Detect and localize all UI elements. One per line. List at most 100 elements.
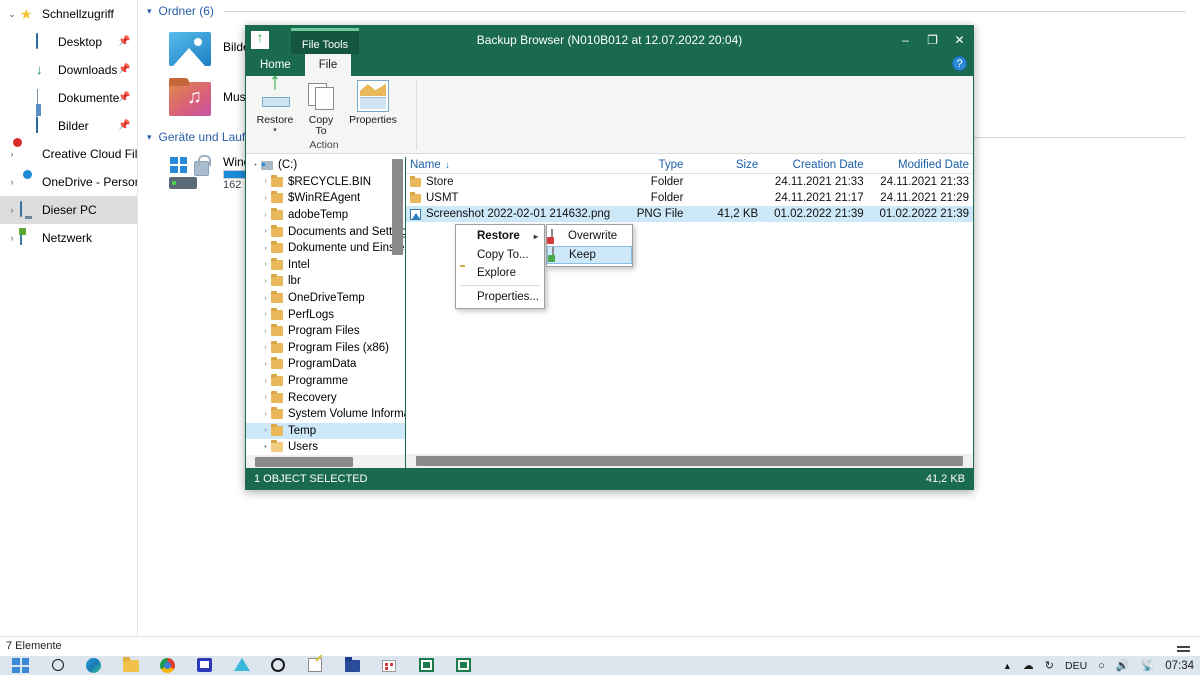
chevron-down-icon[interactable]: ⌄ [4, 9, 20, 20]
tree-item[interactable]: › System Volume Informa [246, 406, 405, 423]
column-header-creation-date[interactable]: Creation Date [762, 159, 867, 171]
tree-item[interactable]: • Users [246, 439, 405, 456]
file-explorer-icon[interactable] [123, 657, 140, 673]
notes-icon[interactable] [308, 658, 325, 673]
search-icon[interactable] [49, 658, 66, 673]
column-header-size[interactable]: Size [687, 159, 762, 171]
tree-item[interactable]: › ProgramData [246, 356, 405, 373]
tree-item[interactable]: › Program Files (x86) [246, 340, 405, 357]
expander-icon[interactable]: › [260, 344, 271, 351]
pin-icon[interactable]: 📌 [118, 64, 130, 75]
refresh-icon[interactable]: ↻ [1045, 659, 1054, 672]
expander-icon[interactable]: › [260, 212, 271, 219]
pin-icon[interactable]: 📌 [118, 36, 130, 47]
language-indicator[interactable]: DEU [1065, 660, 1087, 672]
submenu-item-overwrite[interactable]: Overwrite [547, 227, 632, 246]
tree-item[interactable]: › Dokumente und Einstell [246, 240, 405, 257]
volume-icon[interactable]: 🔊 [1116, 659, 1130, 672]
expander-icon[interactable]: › [260, 328, 271, 335]
sidebar-item-netzwerk[interactable]: › Netzwerk [0, 224, 137, 252]
green-app-active-icon[interactable] [456, 658, 473, 673]
pin-icon[interactable]: 📌 [118, 92, 130, 103]
properties-button[interactable]: Properties [344, 80, 402, 137]
green-app-icon[interactable] [419, 658, 436, 673]
expander-icon[interactable]: › [260, 378, 271, 385]
expander-collapsed-icon[interactable]: • [250, 162, 261, 169]
chevron-right-icon[interactable]: › [4, 177, 20, 187]
help-icon[interactable]: ? [952, 56, 967, 71]
tree-item[interactable]: › adobeTemp [246, 207, 405, 224]
table-row[interactable]: Store Folder 24.11.2021 21:33 24.11.2021 21… [406, 174, 973, 190]
close-button[interactable]: ✕ [946, 26, 973, 54]
menu-lines-icon[interactable] [1177, 646, 1190, 653]
tree-item[interactable]: › $WinREAgent [246, 190, 405, 207]
column-header-modified-date[interactable]: Modified Date [868, 159, 973, 171]
up-arrow-icon[interactable]: ▲ [1003, 661, 1012, 671]
sidebar-item-bilder[interactable]: Bilder 📌 [0, 112, 137, 140]
expander-icon[interactable]: › [260, 245, 271, 252]
sidebar-item-creative-cloud-files[interactable]: › Creative Cloud Files [0, 140, 138, 168]
maximize-button[interactable]: ❐ [919, 26, 946, 54]
chevron-right-icon[interactable]: › [4, 149, 20, 159]
context-menu-item-restore[interactable]: Restore ▸ [456, 227, 544, 246]
tree-horizontal-scrollbar-track[interactable] [246, 455, 405, 468]
table-row[interactable]: USMT Folder 24.11.2021 21:17 24.11.2021 21:… [406, 190, 973, 206]
chevron-icon[interactable]: ○ [1098, 660, 1105, 672]
submenu-item-keep[interactable]: Keep [547, 245, 632, 264]
expander-icon[interactable]: › [260, 311, 271, 318]
context-menu-item-explore[interactable]: Explore [456, 264, 544, 283]
group-header-folders[interactable]: ▾ Ordner (6) [139, 0, 1200, 22]
edge-icon[interactable] [86, 658, 103, 673]
chevron-right-icon[interactable]: › [4, 205, 20, 215]
window-title-bar[interactable]: File Tools Backup Browser (N010B012 at 1… [246, 26, 973, 54]
copy-to-button[interactable]: Copy To [298, 80, 344, 137]
tree-item[interactable]: › Program Files [246, 323, 405, 340]
sidebar-item-schnellzugriff[interactable]: ⌄ ★ Schnellzugriff [0, 0, 137, 28]
expander-icon[interactable]: › [260, 361, 271, 368]
expander-icon[interactable]: › [260, 228, 271, 235]
restore-button[interactable]: Restore ▾ [252, 76, 298, 137]
context-menu-item-properties[interactable]: Properties... [456, 288, 544, 307]
chevron-right-icon[interactable]: › [4, 233, 20, 243]
sidebar-item-desktop[interactable]: Desktop 📌 [0, 28, 137, 56]
sidebar-item-dieser-pc[interactable]: › Dieser PC [0, 196, 137, 224]
expander-icon[interactable]: › [260, 411, 271, 418]
expander-icon[interactable]: › [260, 427, 271, 434]
context-menu-item-copy-to[interactable]: Copy To... [456, 246, 544, 265]
column-header-name[interactable]: Name ↓ [406, 159, 614, 171]
tab-file[interactable]: File [304, 54, 352, 76]
expander-icon[interactable]: › [260, 178, 271, 185]
list-horizontal-scrollbar[interactable] [416, 456, 963, 466]
red-dots-icon[interactable] [382, 658, 399, 673]
minimize-button[interactable]: – [892, 26, 919, 54]
expander-icon[interactable]: › [260, 278, 271, 285]
sidebar-item-dokumente[interactable]: Dokumente 📌 [0, 84, 137, 131]
start-icon[interactable] [12, 658, 29, 673]
expander-icon[interactable]: › [260, 195, 271, 202]
pin-icon[interactable]: 📌 [118, 120, 130, 131]
tree-item[interactable]: • (C:) [246, 157, 405, 174]
tree-item[interactable]: › Recovery [246, 389, 405, 406]
sidebar-item-downloads[interactable]: ↓ Downloads 📌 [0, 56, 137, 84]
expander-collapsed-icon[interactable]: • [260, 444, 271, 451]
network-icon[interactable]: 📡 [1141, 659, 1155, 672]
tree-item[interactable]: › OneDriveTemp [246, 290, 405, 307]
tree-vertical-scrollbar[interactable] [392, 159, 403, 255]
bitwarden-icon[interactable] [197, 658, 214, 673]
tree-item[interactable]: › lbr [246, 273, 405, 290]
chevron-down-icon[interactable]: ▾ [273, 125, 277, 136]
opera-icon[interactable] [271, 658, 288, 673]
clock[interactable]: 07:34 [1165, 660, 1194, 672]
navy-folder-icon[interactable] [345, 657, 362, 673]
table-row[interactable]: Screenshot 2022-02-01 214632.png PNG File… [406, 206, 973, 222]
tree-item[interactable]: › Documents and Settings [246, 223, 405, 240]
teal-app-icon[interactable] [234, 658, 251, 673]
tree-item[interactable]: › Temp [246, 422, 405, 440]
tree-horizontal-scrollbar[interactable] [255, 457, 353, 467]
expander-icon[interactable]: › [260, 295, 271, 302]
tree-item[interactable]: › Intel [246, 257, 405, 274]
chrome-icon[interactable] [160, 658, 177, 673]
column-header-type[interactable]: Type [614, 159, 687, 171]
expander-icon[interactable]: › [260, 261, 271, 268]
expander-icon[interactable]: › [260, 394, 271, 401]
